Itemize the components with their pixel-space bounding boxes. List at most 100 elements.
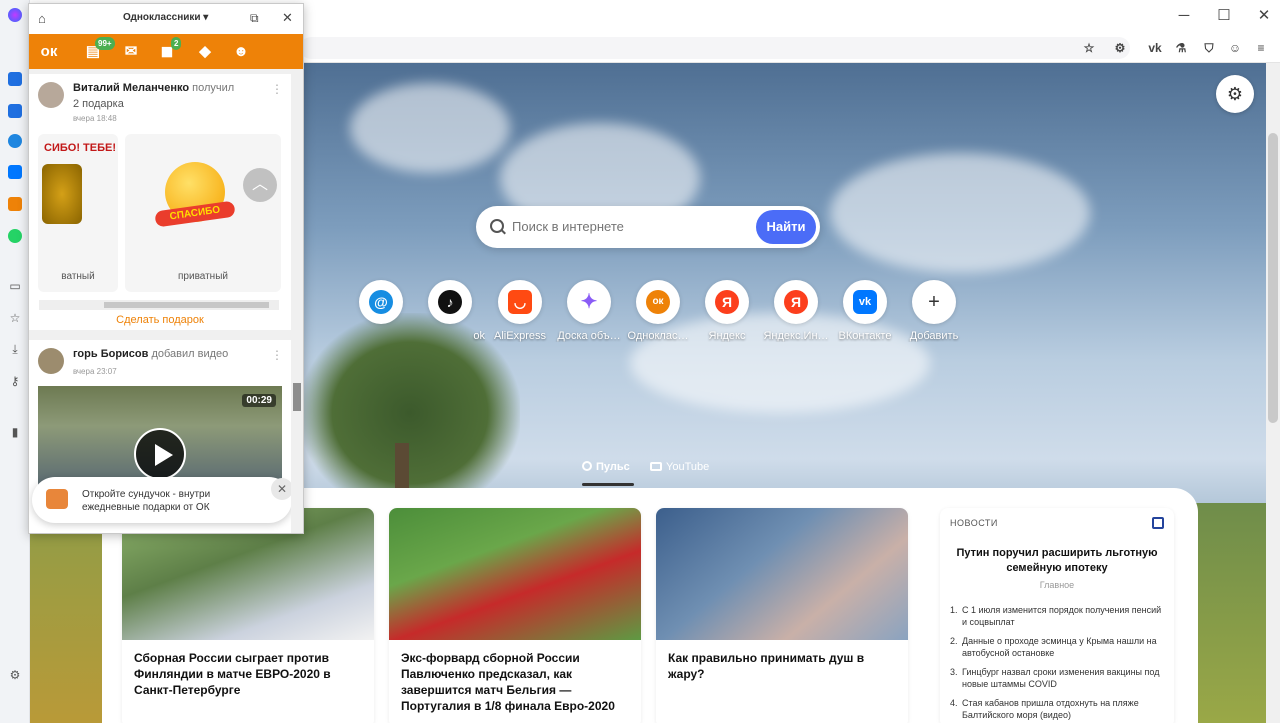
more-options-icon[interactable]: ⋮ bbox=[271, 348, 283, 362]
menu-icon[interactable]: ≡ bbox=[1252, 39, 1270, 57]
tile-aliexpress[interactable]: ◡ AliExpress bbox=[485, 280, 555, 342]
tile-icon: Я bbox=[705, 280, 749, 324]
maximize-icon[interactable]: ☐ bbox=[1214, 6, 1234, 26]
post-author[interactable]: Виталий Меланченко получил bbox=[73, 82, 234, 94]
news-item[interactable]: 2. Данные о проходе эсминца у Крыма нашли… bbox=[950, 635, 1164, 659]
tile-mail[interactable]: @ bbox=[346, 280, 416, 330]
news-item[interactable]: 4. Стая кабанов пришла отдохнуть на пляже… bbox=[950, 697, 1164, 721]
tile-yandex-in[interactable]: Я Яндекс.Ин… bbox=[761, 280, 831, 342]
bell-icon[interactable]: ◆ bbox=[195, 42, 215, 62]
news-item-number: 1. bbox=[950, 605, 958, 615]
minimize-icon[interactable]: ─ bbox=[1174, 6, 1194, 26]
download-icon[interactable]: ⤓ bbox=[7, 341, 23, 357]
news-item-text: Гинцбург назвал сроки изменения вакцины … bbox=[962, 667, 1160, 689]
page-settings-button[interactable]: ⚙ bbox=[1216, 75, 1254, 113]
settings-icon[interactable]: ⚙ bbox=[7, 667, 23, 683]
avatar[interactable] bbox=[38, 348, 64, 374]
panel-scrollbar[interactable] bbox=[291, 69, 303, 533]
gift-scrollbar[interactable] bbox=[39, 300, 279, 310]
bookmark-star-icon[interactable]: ☆ bbox=[1080, 39, 1098, 57]
card-title: Экс-форвард сборной России Павлюченко пр… bbox=[401, 651, 615, 713]
news-item-number: 4. bbox=[950, 698, 958, 708]
chat-icon[interactable]: ◼ 2 bbox=[157, 37, 182, 62]
feed-icon[interactable]: ▤ 99+ bbox=[83, 37, 115, 62]
friends-icon[interactable]: ☻ bbox=[231, 42, 251, 62]
tile-tiktok[interactable]: ♪ ok bbox=[415, 280, 485, 342]
play-icon[interactable] bbox=[134, 428, 186, 480]
tile-board[interactable]: ✦ Доска объ… bbox=[554, 280, 624, 342]
search-box[interactable]: Найти bbox=[476, 206, 820, 248]
tile-label: Доска объ… bbox=[557, 330, 621, 342]
news-item[interactable]: 3. Гинцбург назвал сроки изменения вакцин… bbox=[950, 666, 1164, 690]
browser-logo-icon[interactable] bbox=[8, 8, 22, 22]
post-time: вчера 23:07 bbox=[73, 367, 117, 376]
tile-icon: ок bbox=[636, 280, 680, 324]
pulse-icon bbox=[582, 461, 592, 471]
home-icon[interactable]: ⌂ bbox=[38, 11, 46, 26]
aliexpress-icon: ◡ bbox=[508, 290, 532, 314]
gift-card[interactable]: СИБО! ТЕБЕ! ватный bbox=[38, 134, 118, 292]
news-item-number: 2. bbox=[950, 636, 958, 646]
mail-icon[interactable]: ✉ bbox=[121, 42, 141, 62]
toast-close-icon[interactable]: ✕ bbox=[271, 478, 293, 500]
stats-icon[interactable]: ▮ bbox=[7, 424, 23, 440]
tile-icon: + bbox=[912, 280, 956, 324]
news-card[interactable]: Экс-форвард сборной России Павлюченко пр… bbox=[389, 508, 641, 723]
tab-youtube[interactable]: YouTube bbox=[650, 461, 709, 473]
instagram-icon[interactable] bbox=[8, 72, 22, 86]
tile-yandex[interactable]: Я Яндекс bbox=[692, 280, 762, 342]
vk-icon[interactable] bbox=[8, 165, 22, 179]
video-thumbnail[interactable]: 00:29 bbox=[38, 386, 282, 486]
key-icon[interactable]: ⚷ bbox=[7, 373, 23, 389]
tile-vkontakte[interactable]: vk ВКонтакте bbox=[830, 280, 900, 342]
messenger-icon[interactable] bbox=[8, 134, 22, 148]
more-options-icon[interactable]: ⋮ bbox=[271, 82, 283, 96]
tab-pulse[interactable]: Пульс bbox=[582, 461, 630, 473]
chest-toast[interactable]: Откройте сундучок - внутри ежедневные по… bbox=[32, 477, 293, 523]
tiktok-icon: ♪ bbox=[438, 290, 462, 314]
extension-icon[interactable]: ⚙ bbox=[1111, 39, 1129, 57]
panel-title-text: Одноклассники bbox=[123, 12, 201, 23]
make-gift-link[interactable]: Сделать подарок bbox=[29, 314, 291, 326]
news-headline[interactable]: Путин поручил расширить льготную семейну… bbox=[950, 546, 1164, 576]
close-panel-icon[interactable]: ✕ bbox=[282, 10, 293, 26]
feed-post-gifts: Виталий Меланченко получил 2 подарка вче… bbox=[29, 74, 291, 330]
search-button[interactable]: Найти bbox=[756, 210, 816, 244]
tile-add[interactable]: + Добавить bbox=[899, 280, 969, 342]
open-external-icon[interactable]: ⧉ bbox=[250, 11, 259, 26]
whatsapp-icon[interactable] bbox=[8, 229, 22, 243]
close-icon[interactable]: ✕ bbox=[1254, 6, 1274, 26]
search-input[interactable] bbox=[512, 206, 752, 248]
news-card[interactable]: Сборная России сыграет против Финляндии … bbox=[122, 508, 374, 723]
post-author[interactable]: горь Борисов добавил видео bbox=[73, 348, 228, 360]
tile-odnoklassniki[interactable]: ок Одноклас… bbox=[623, 280, 693, 342]
bookmarks-icon[interactable]: ▭ bbox=[7, 278, 23, 294]
post-action: получил bbox=[192, 82, 235, 94]
tile-icon: Я bbox=[774, 280, 818, 324]
panel-title[interactable]: Одноклассники ▾ bbox=[123, 12, 208, 23]
vk-toolbar-icon[interactable]: vk bbox=[1146, 39, 1164, 57]
news-item[interactable]: 1. С 1 июля изменится порядок получения п… bbox=[950, 604, 1164, 628]
flask-icon[interactable]: ⚗ bbox=[1172, 39, 1190, 57]
gift-card[interactable]: СПАСИБО приватный bbox=[125, 134, 281, 292]
address-bar[interactable] bbox=[300, 37, 1130, 59]
scroll-up-button[interactable]: ︿ bbox=[243, 168, 277, 202]
tasks-icon[interactable] bbox=[8, 104, 22, 118]
news-list: 1. С 1 июля изменится порядок получения п… bbox=[950, 604, 1164, 721]
odnoklassniki-panel: ⌂ Одноклассники ▾ ⧉ ✕ ок ▤ 99+ ✉ ◼ 2 ◆ ☻ В… bbox=[28, 3, 304, 534]
news-card[interactable]: Как правильно принимать душ в жару? bbox=[656, 508, 908, 723]
ok-logo-icon[interactable]: ок bbox=[39, 42, 59, 62]
odnoklassniki-icon[interactable] bbox=[8, 197, 22, 211]
sparkle-icon: ✦ bbox=[577, 290, 601, 314]
panel-scrollbar-thumb[interactable] bbox=[293, 383, 301, 411]
page-scrollbar[interactable] bbox=[1266, 63, 1280, 723]
gift-scrollbar-thumb[interactable] bbox=[104, 302, 269, 308]
background-cloud bbox=[350, 83, 510, 173]
profile-icon[interactable]: ☺ bbox=[1226, 39, 1244, 57]
avatar[interactable] bbox=[38, 82, 64, 108]
star-icon[interactable]: ☆ bbox=[7, 310, 23, 326]
news-source-icon[interactable] bbox=[1152, 517, 1164, 529]
shield-icon[interactable]: ⛉ bbox=[1200, 39, 1218, 57]
news-item-text: Данные о проходе эсминца у Крыма нашли н… bbox=[962, 636, 1157, 658]
page-scrollbar-thumb[interactable] bbox=[1268, 133, 1278, 423]
